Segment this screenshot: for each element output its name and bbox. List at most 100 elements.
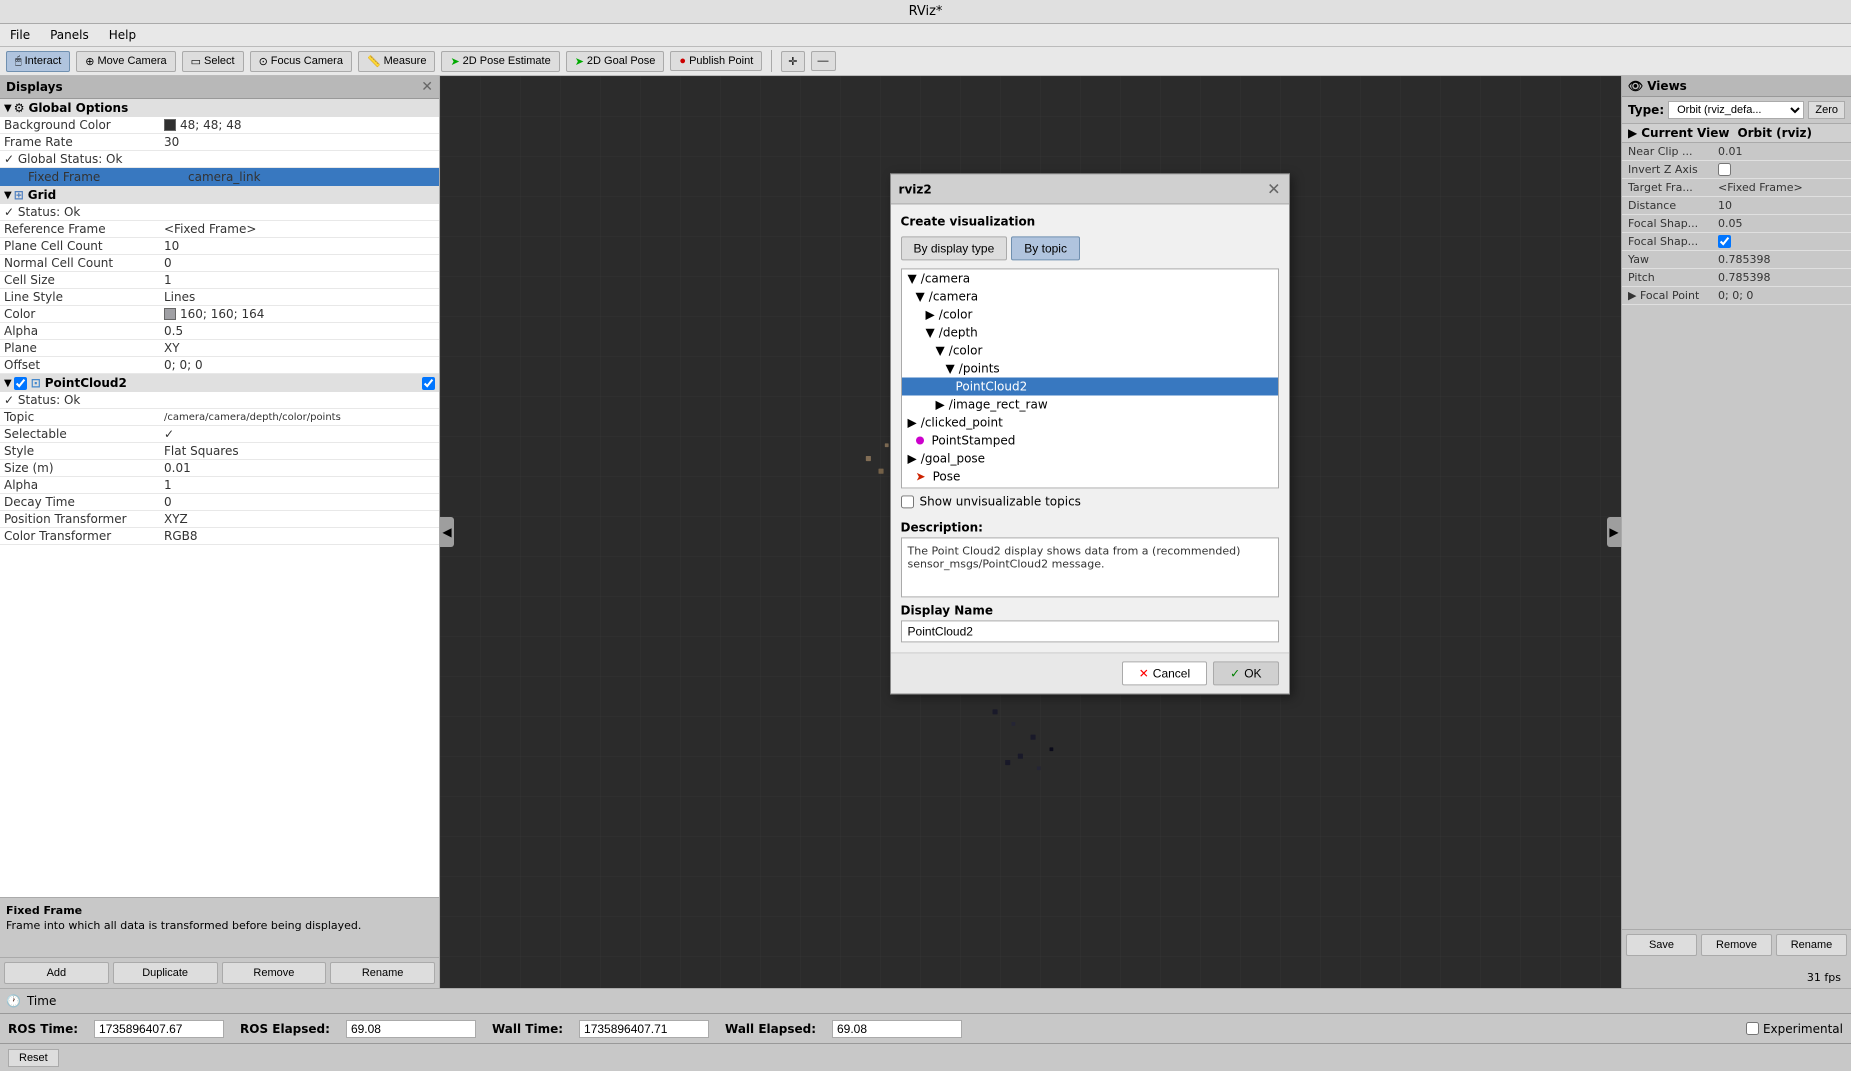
focal-shape-fixed-checkbox[interactable] xyxy=(1718,235,1731,248)
time-icon: 🕐 xyxy=(6,994,21,1008)
fixed-frame-value: camera_link xyxy=(188,170,261,184)
modal-tree-clicked-point[interactable]: ▶ /clicked_point xyxy=(902,414,1278,432)
grid-line-style-key: Line Style xyxy=(4,290,164,304)
modal-tree-point-stamped[interactable]: PointStamped xyxy=(902,432,1278,450)
views-save-button[interactable]: Save xyxy=(1626,934,1697,956)
target-frame-row: Target Fra... <Fixed Frame> xyxy=(1622,179,1851,197)
pitch-row: Pitch 0.785398 xyxy=(1622,269,1851,287)
time-section-label: Time xyxy=(27,994,56,1008)
modal-tree[interactable]: ▼ /camera ▼ /camera ▶ /color xyxy=(901,269,1279,489)
modal-tree-color[interactable]: ▶ /color xyxy=(902,306,1278,324)
rename-button[interactable]: Rename xyxy=(330,962,435,984)
grid-label: Grid xyxy=(28,188,56,202)
distance-value: 10 xyxy=(1718,199,1732,212)
pointcloud2-row[interactable]: ▼ ⊡ PointCloud2 xyxy=(0,374,439,392)
views-rename-button[interactable]: Rename xyxy=(1776,934,1847,956)
displays-panel-header: Displays ✕ xyxy=(0,76,439,99)
3d-view[interactable]: ◀ ▶ rviz2 ✕ Create visualization By disp… xyxy=(440,76,1621,988)
pointcloud2-status-key: ✓ Status: Ok xyxy=(4,393,164,407)
publish-point-button[interactable]: ● Publish Point xyxy=(670,51,762,71)
panel-buttons: Add Duplicate Remove Rename xyxy=(0,957,439,988)
by-topic-tab[interactable]: By topic xyxy=(1011,237,1080,261)
wall-elapsed-input[interactable] xyxy=(832,1020,962,1038)
pointcloud2-alpha-key: Alpha xyxy=(4,478,164,492)
pointcloud2-color-transform-key: Color Transformer xyxy=(4,529,164,543)
2d-pose-estimate-button[interactable]: ➤ 2D Pose Estimate xyxy=(441,51,559,72)
modal-tree-camera[interactable]: ▼ /camera xyxy=(902,270,1278,288)
global-options-icon: ⚙ xyxy=(14,101,25,115)
camera-move-icon: ⊕ xyxy=(85,55,94,68)
2d-goal-pose-button[interactable]: ➤ 2D Goal Pose xyxy=(566,51,665,72)
select-button[interactable]: ▭ Select xyxy=(182,51,244,72)
crosshair-button[interactable]: ✛ xyxy=(781,51,804,72)
global-options-row[interactable]: ▼ ⚙ Global Options xyxy=(0,99,439,117)
show-unvisualizable-checkbox[interactable] xyxy=(901,495,914,508)
menu-file[interactable]: File xyxy=(6,26,34,44)
window-title: RViz* xyxy=(909,4,943,19)
ok-button[interactable]: ✓ OK xyxy=(1213,662,1278,686)
cancel-label: Cancel xyxy=(1153,667,1190,681)
toolbar-separator xyxy=(771,50,772,72)
menu-help[interactable]: Help xyxy=(105,26,140,44)
description-label: Description: xyxy=(901,521,1279,535)
reset-button[interactable]: Reset xyxy=(8,1049,59,1067)
point-stamped-label: PointStamped xyxy=(932,434,1016,448)
views-remove-button[interactable]: Remove xyxy=(1701,934,1772,956)
experimental-checkbox[interactable] xyxy=(1746,1022,1759,1035)
grid-line-style-row: Line Style Lines xyxy=(0,289,439,306)
display-name-label: Display Name xyxy=(901,604,1279,618)
cancel-button[interactable]: ✕ Cancel xyxy=(1122,662,1207,686)
fixed-frame-row[interactable]: Fixed Frame camera_link xyxy=(0,168,439,186)
displays-close-icon[interactable]: ✕ xyxy=(421,79,433,95)
grid-ref-frame-key: Reference Frame xyxy=(4,222,164,236)
pointcloud2-checkbox[interactable] xyxy=(14,377,27,390)
modal-tree-depth-color[interactable]: ▼ /color xyxy=(902,342,1278,360)
grid-ref-frame-value: <Fixed Frame> xyxy=(164,222,256,236)
modal-tree-goal-pose[interactable]: ▶ /goal_pose xyxy=(902,450,1278,468)
distance-key: Distance xyxy=(1628,199,1718,212)
modal-tree-camera2[interactable]: ▼ /camera xyxy=(902,288,1278,306)
goal-pose-label: /goal_pose xyxy=(921,452,985,466)
interact-button[interactable]: 🖱 Interact xyxy=(6,51,70,72)
grid-color-value: 160; 160; 164 xyxy=(180,307,264,321)
view-type-select[interactable]: Orbit (rviz_defa... xyxy=(1668,101,1804,119)
grid-alpha-key: Alpha xyxy=(4,324,164,338)
pointcloud2-topic-key: Topic xyxy=(4,410,164,424)
remove-button[interactable]: Remove xyxy=(222,962,327,984)
modal-tree-image-rect-raw[interactable]: ▶ /image_rect_raw xyxy=(902,396,1278,414)
pointcloud2-size-key: Size (m) xyxy=(4,461,164,475)
by-display-type-tab[interactable]: By display type xyxy=(901,237,1008,261)
modal-overlay: rviz2 ✕ Create visualization By display … xyxy=(440,76,1621,988)
menu-bar: File Panels Help xyxy=(0,24,1851,47)
display-name-input[interactable] xyxy=(901,621,1279,643)
ros-elapsed-input[interactable] xyxy=(346,1020,476,1038)
ok-icon: ✓ xyxy=(1230,667,1240,681)
goal-pose-expand-icon: ▶ xyxy=(908,452,917,466)
modal-tree-points[interactable]: ▼ /points xyxy=(902,360,1278,378)
focus-camera-button[interactable]: ⊙ Focus Camera xyxy=(250,51,352,72)
pose-estimate-icon: ➤ xyxy=(450,55,459,68)
move-camera-button[interactable]: ⊕ Move Camera xyxy=(76,51,175,72)
point-stamped-icon xyxy=(916,437,924,445)
pointcloud2-decay-row: Decay Time 0 xyxy=(0,494,439,511)
modal-tree-pose[interactable]: ➤ Pose xyxy=(902,468,1278,486)
modal-tree-depth[interactable]: ▼ /depth xyxy=(902,324,1278,342)
grid-row[interactable]: ▼ ⊞ Grid xyxy=(0,186,439,204)
wall-time-input[interactable] xyxy=(579,1020,709,1038)
modal-close-icon[interactable]: ✕ xyxy=(1267,180,1280,199)
menu-panels[interactable]: Panels xyxy=(46,26,93,44)
background-color-value: 48; 48; 48 xyxy=(180,118,242,132)
zero-button[interactable]: Zero xyxy=(1808,101,1845,119)
pointcloud2-selectable-key: Selectable xyxy=(4,427,164,441)
pointcloud2-visible-checkbox[interactable] xyxy=(422,377,435,390)
background-color-row: Background Color 48; 48; 48 xyxy=(0,117,439,134)
modal-tree-pointcloud2[interactable]: PointCloud2 xyxy=(902,378,1278,396)
ok-label: OK xyxy=(1244,667,1261,681)
measure-button[interactable]: 📏 Measure xyxy=(358,51,436,72)
minus-button[interactable]: — xyxy=(811,51,836,71)
add-button[interactable]: Add xyxy=(4,962,109,984)
invert-z-checkbox[interactable] xyxy=(1718,163,1731,176)
grid-plane-cell-row: Plane Cell Count 10 xyxy=(0,238,439,255)
duplicate-button[interactable]: Duplicate xyxy=(113,962,218,984)
ros-time-input[interactable] xyxy=(94,1020,224,1038)
